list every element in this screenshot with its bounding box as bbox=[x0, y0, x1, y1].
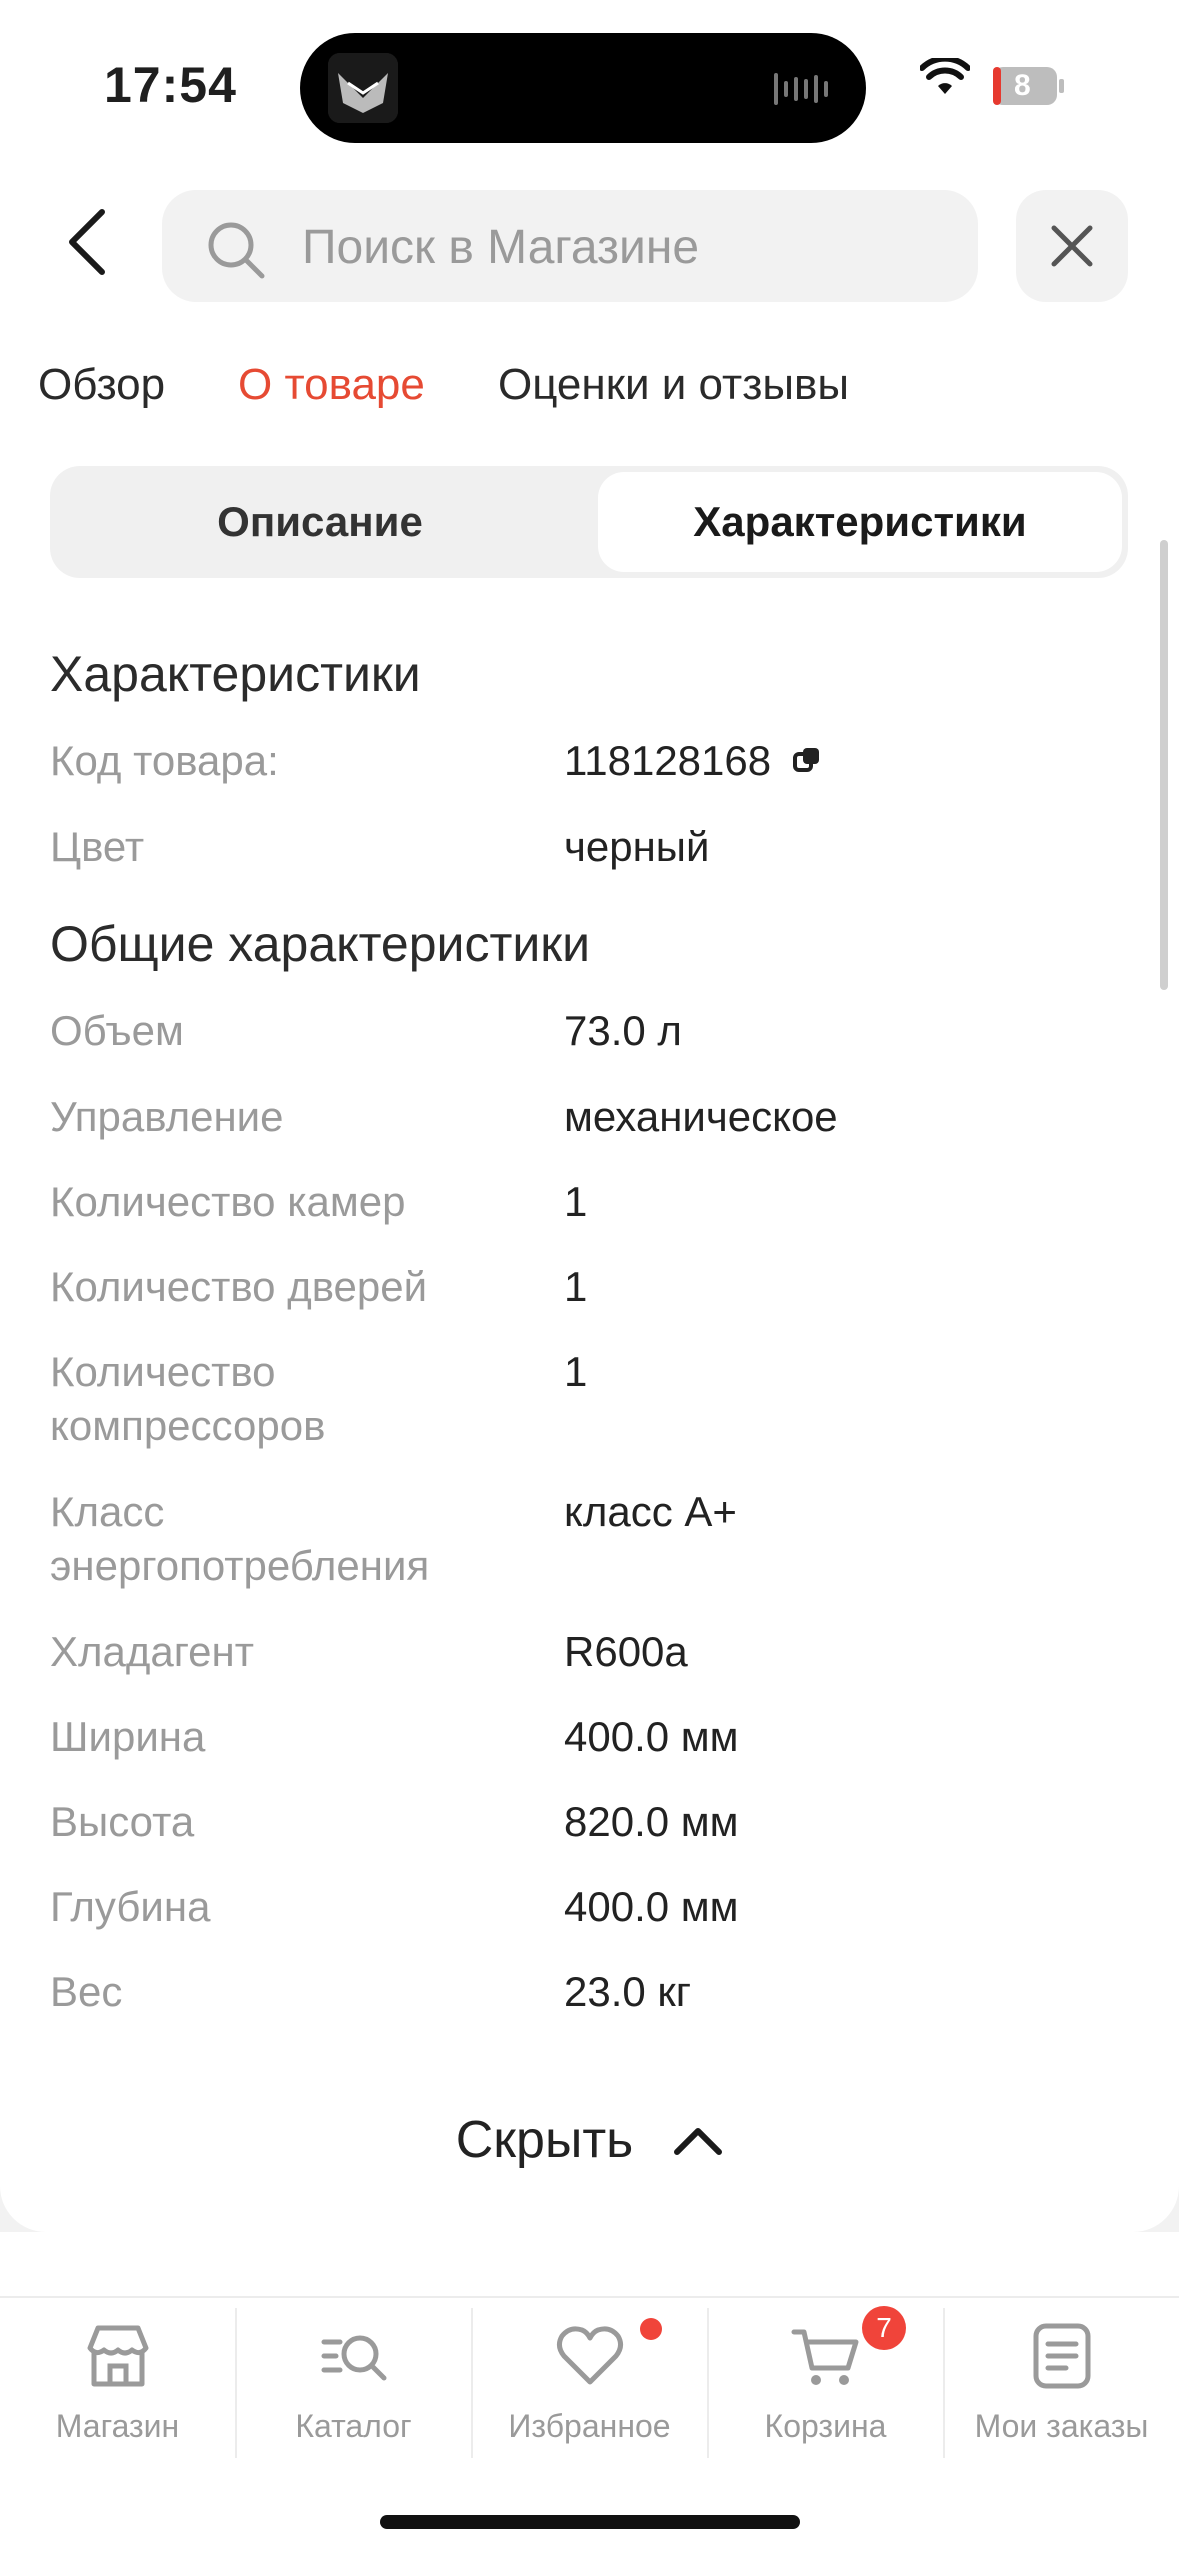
section-title: Характеристики bbox=[50, 646, 421, 702]
store-icon bbox=[87, 2325, 149, 2387]
spec-label: Управление bbox=[50, 1093, 284, 1140]
favorites-dot bbox=[640, 2318, 662, 2340]
spec-value: черный bbox=[564, 823, 710, 870]
product-code: 118128168 bbox=[564, 737, 772, 784]
product-tabs: Обзор О товаре Оценки и отзывы bbox=[0, 340, 1179, 450]
nav-label: Каталог bbox=[295, 2408, 412, 2444]
nav-favorites[interactable]: Избранное bbox=[472, 2298, 707, 2468]
spec-value: 1 bbox=[564, 1178, 588, 1225]
close-button[interactable] bbox=[1016, 190, 1128, 302]
nav-label: Избранное bbox=[508, 2408, 671, 2444]
chevron-left-icon bbox=[69, 209, 105, 275]
copy-icon[interactable] bbox=[791, 737, 825, 791]
spec-label: Код товара: bbox=[50, 737, 279, 784]
section-title: Общие характеристики bbox=[50, 916, 591, 972]
spec-value: 1 bbox=[564, 1263, 588, 1310]
spec-label: Количество камер bbox=[50, 1178, 406, 1225]
nav-label: Корзина bbox=[764, 2408, 887, 2444]
heart-icon bbox=[556, 2326, 624, 2385]
spec-label: Объем bbox=[50, 1007, 184, 1054]
scrollbar[interactable] bbox=[1160, 540, 1168, 990]
spec-value: 400.0 мм bbox=[564, 1713, 739, 1760]
spec-value: 73.0 л bbox=[564, 1007, 682, 1054]
tab-overview[interactable]: Обзор bbox=[38, 360, 165, 410]
nav-store[interactable]: Магазин bbox=[0, 2298, 235, 2468]
nav-catalog[interactable]: Каталог bbox=[236, 2298, 471, 2468]
tab-about-product[interactable]: О товаре bbox=[238, 360, 425, 410]
spec-label: Ширина bbox=[50, 1713, 206, 1760]
segment-description[interactable]: Описание bbox=[50, 466, 590, 578]
info-segmented-control: Описание Характеристики bbox=[50, 466, 1128, 578]
status-bar: 17:54 8 bbox=[0, 0, 1179, 170]
spec-label: Хладагент bbox=[50, 1628, 254, 1675]
spec-value: 400.0 мм bbox=[564, 1883, 739, 1930]
spec-value: 820.0 мм bbox=[564, 1798, 739, 1845]
dynamic-island bbox=[300, 33, 866, 143]
nav-orders[interactable]: Мои заказы bbox=[944, 2298, 1179, 2468]
tab-reviews[interactable]: Оценки и отзывы bbox=[498, 360, 849, 410]
status-time: 17:54 bbox=[104, 57, 237, 113]
nav-cart[interactable]: 7 Корзина bbox=[708, 2298, 943, 2468]
spec-value: 1 bbox=[564, 1348, 588, 1395]
catalog-search-icon bbox=[321, 2335, 387, 2381]
spec-value-product-code: 118128168 bbox=[564, 734, 825, 791]
chevron-up-icon bbox=[674, 2128, 723, 2155]
hide-label: Скрыть bbox=[455, 2111, 634, 2169]
search-placeholder: Поиск в Магазине bbox=[302, 221, 700, 274]
cart-badge: 7 bbox=[862, 2306, 906, 2350]
spec-label: Глубина bbox=[50, 1883, 211, 1930]
spec-value: R600a bbox=[564, 1628, 688, 1675]
spec-value: 23.0 кг bbox=[564, 1968, 692, 2015]
product-info-card bbox=[0, 442, 1179, 2232]
spec-label: Цвет bbox=[50, 823, 145, 870]
battery-icon: 8 bbox=[992, 66, 1064, 106]
segment-specifications[interactable]: Характеристики bbox=[598, 472, 1122, 572]
spec-label: Высота bbox=[50, 1798, 195, 1845]
home-indicator[interactable] bbox=[380, 2515, 800, 2529]
spec-label: Количество дверей bbox=[50, 1263, 428, 1310]
spec-value: механическое bbox=[564, 1093, 838, 1140]
orders-icon bbox=[1033, 2323, 1091, 2389]
back-button[interactable] bbox=[56, 200, 128, 288]
cart-icon bbox=[791, 2329, 859, 2385]
close-icon bbox=[1051, 225, 1093, 267]
search-icon bbox=[208, 222, 265, 279]
nav-label: Магазин bbox=[55, 2408, 180, 2444]
audio-wave-icon bbox=[774, 73, 828, 105]
now-playing-thumbnail bbox=[328, 53, 398, 123]
battery-level: 8 bbox=[1014, 69, 1031, 102]
spec-label: Количество компрессоров bbox=[50, 1348, 326, 1449]
hide-specs-button[interactable]: Скрыть bbox=[0, 2110, 1179, 2190]
nav-label: Мои заказы bbox=[974, 2408, 1149, 2444]
next-card-edge bbox=[0, 2252, 1179, 2292]
wifi-icon bbox=[920, 58, 970, 94]
spec-value: класс A+ bbox=[564, 1488, 737, 1535]
spec-label: Класс энергопотребления bbox=[50, 1488, 430, 1589]
spec-label: Вес bbox=[50, 1968, 123, 2015]
search-input[interactable]: Поиск в Магазине bbox=[162, 190, 978, 302]
